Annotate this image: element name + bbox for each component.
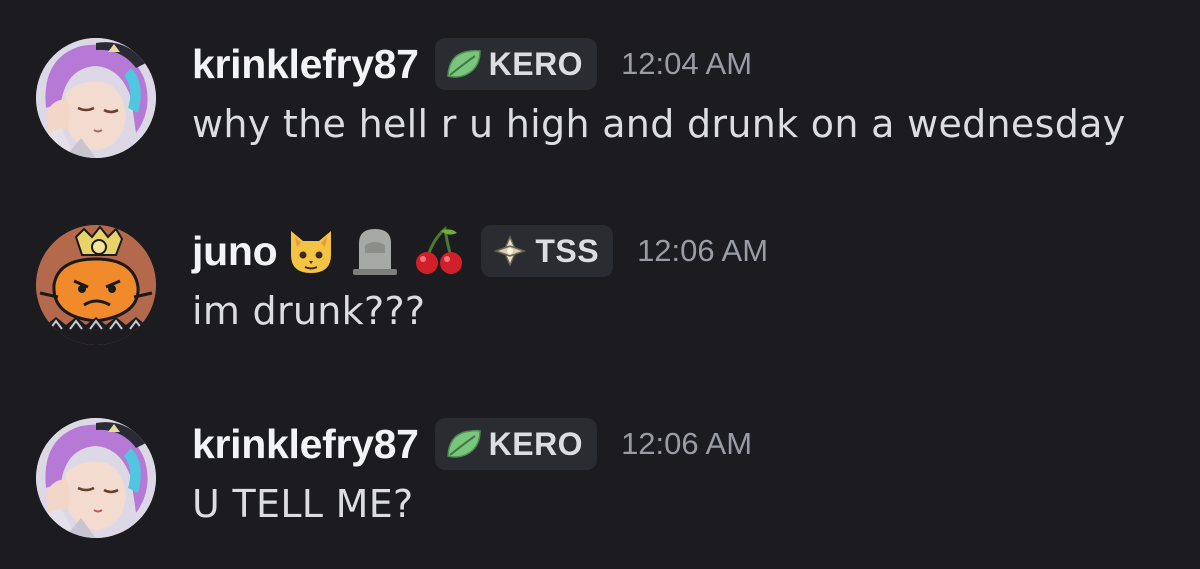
tag-label: KERO (488, 425, 584, 462)
server-tag-badge[interactable]: TSS (481, 225, 614, 277)
username[interactable]: krinklefry87 (192, 421, 419, 468)
headstone-emoji (349, 225, 401, 277)
message-header: juno TSS 12:06 AM (192, 223, 768, 279)
user-avatar[interactable] (36, 38, 156, 158)
sparkle-diamond-icon (491, 235, 529, 267)
cat-face-emoji (285, 225, 337, 277)
message-content: im drunk??? (192, 289, 426, 333)
leaf-icon (445, 428, 483, 460)
message-header: krinklefry87 KERO 12:06 AM (192, 416, 752, 472)
leaf-icon (445, 48, 483, 80)
message-content: U TELL ME? (192, 482, 414, 526)
message-item[interactable]: juno TSS 12:06 AM im drunk??? (0, 205, 1200, 355)
timestamp: 12:06 AM (621, 426, 753, 461)
tag-label: TSS (535, 232, 600, 269)
message-item[interactable]: krinklefry87 KERO 12:04 AM why the hell … (0, 18, 1200, 168)
message-header: krinklefry87 KERO 12:04 AM (192, 36, 752, 92)
user-avatar[interactable] (36, 418, 156, 538)
username[interactable]: krinklefry87 (192, 41, 419, 88)
cherries-emoji (413, 225, 465, 277)
username[interactable]: juno (192, 228, 278, 275)
timestamp: 12:06 AM (637, 233, 769, 268)
tag-label: KERO (488, 45, 584, 82)
timestamp: 12:04 AM (621, 46, 753, 81)
server-tag-badge[interactable]: KERO (434, 38, 598, 90)
message-item[interactable]: krinklefry87 KERO 12:06 AM U TELL ME? (0, 398, 1200, 548)
message-content: why the hell r u high and drunk on a wed… (192, 102, 1126, 146)
server-tag-badge[interactable]: KERO (434, 418, 598, 470)
user-avatar[interactable] (36, 225, 156, 345)
